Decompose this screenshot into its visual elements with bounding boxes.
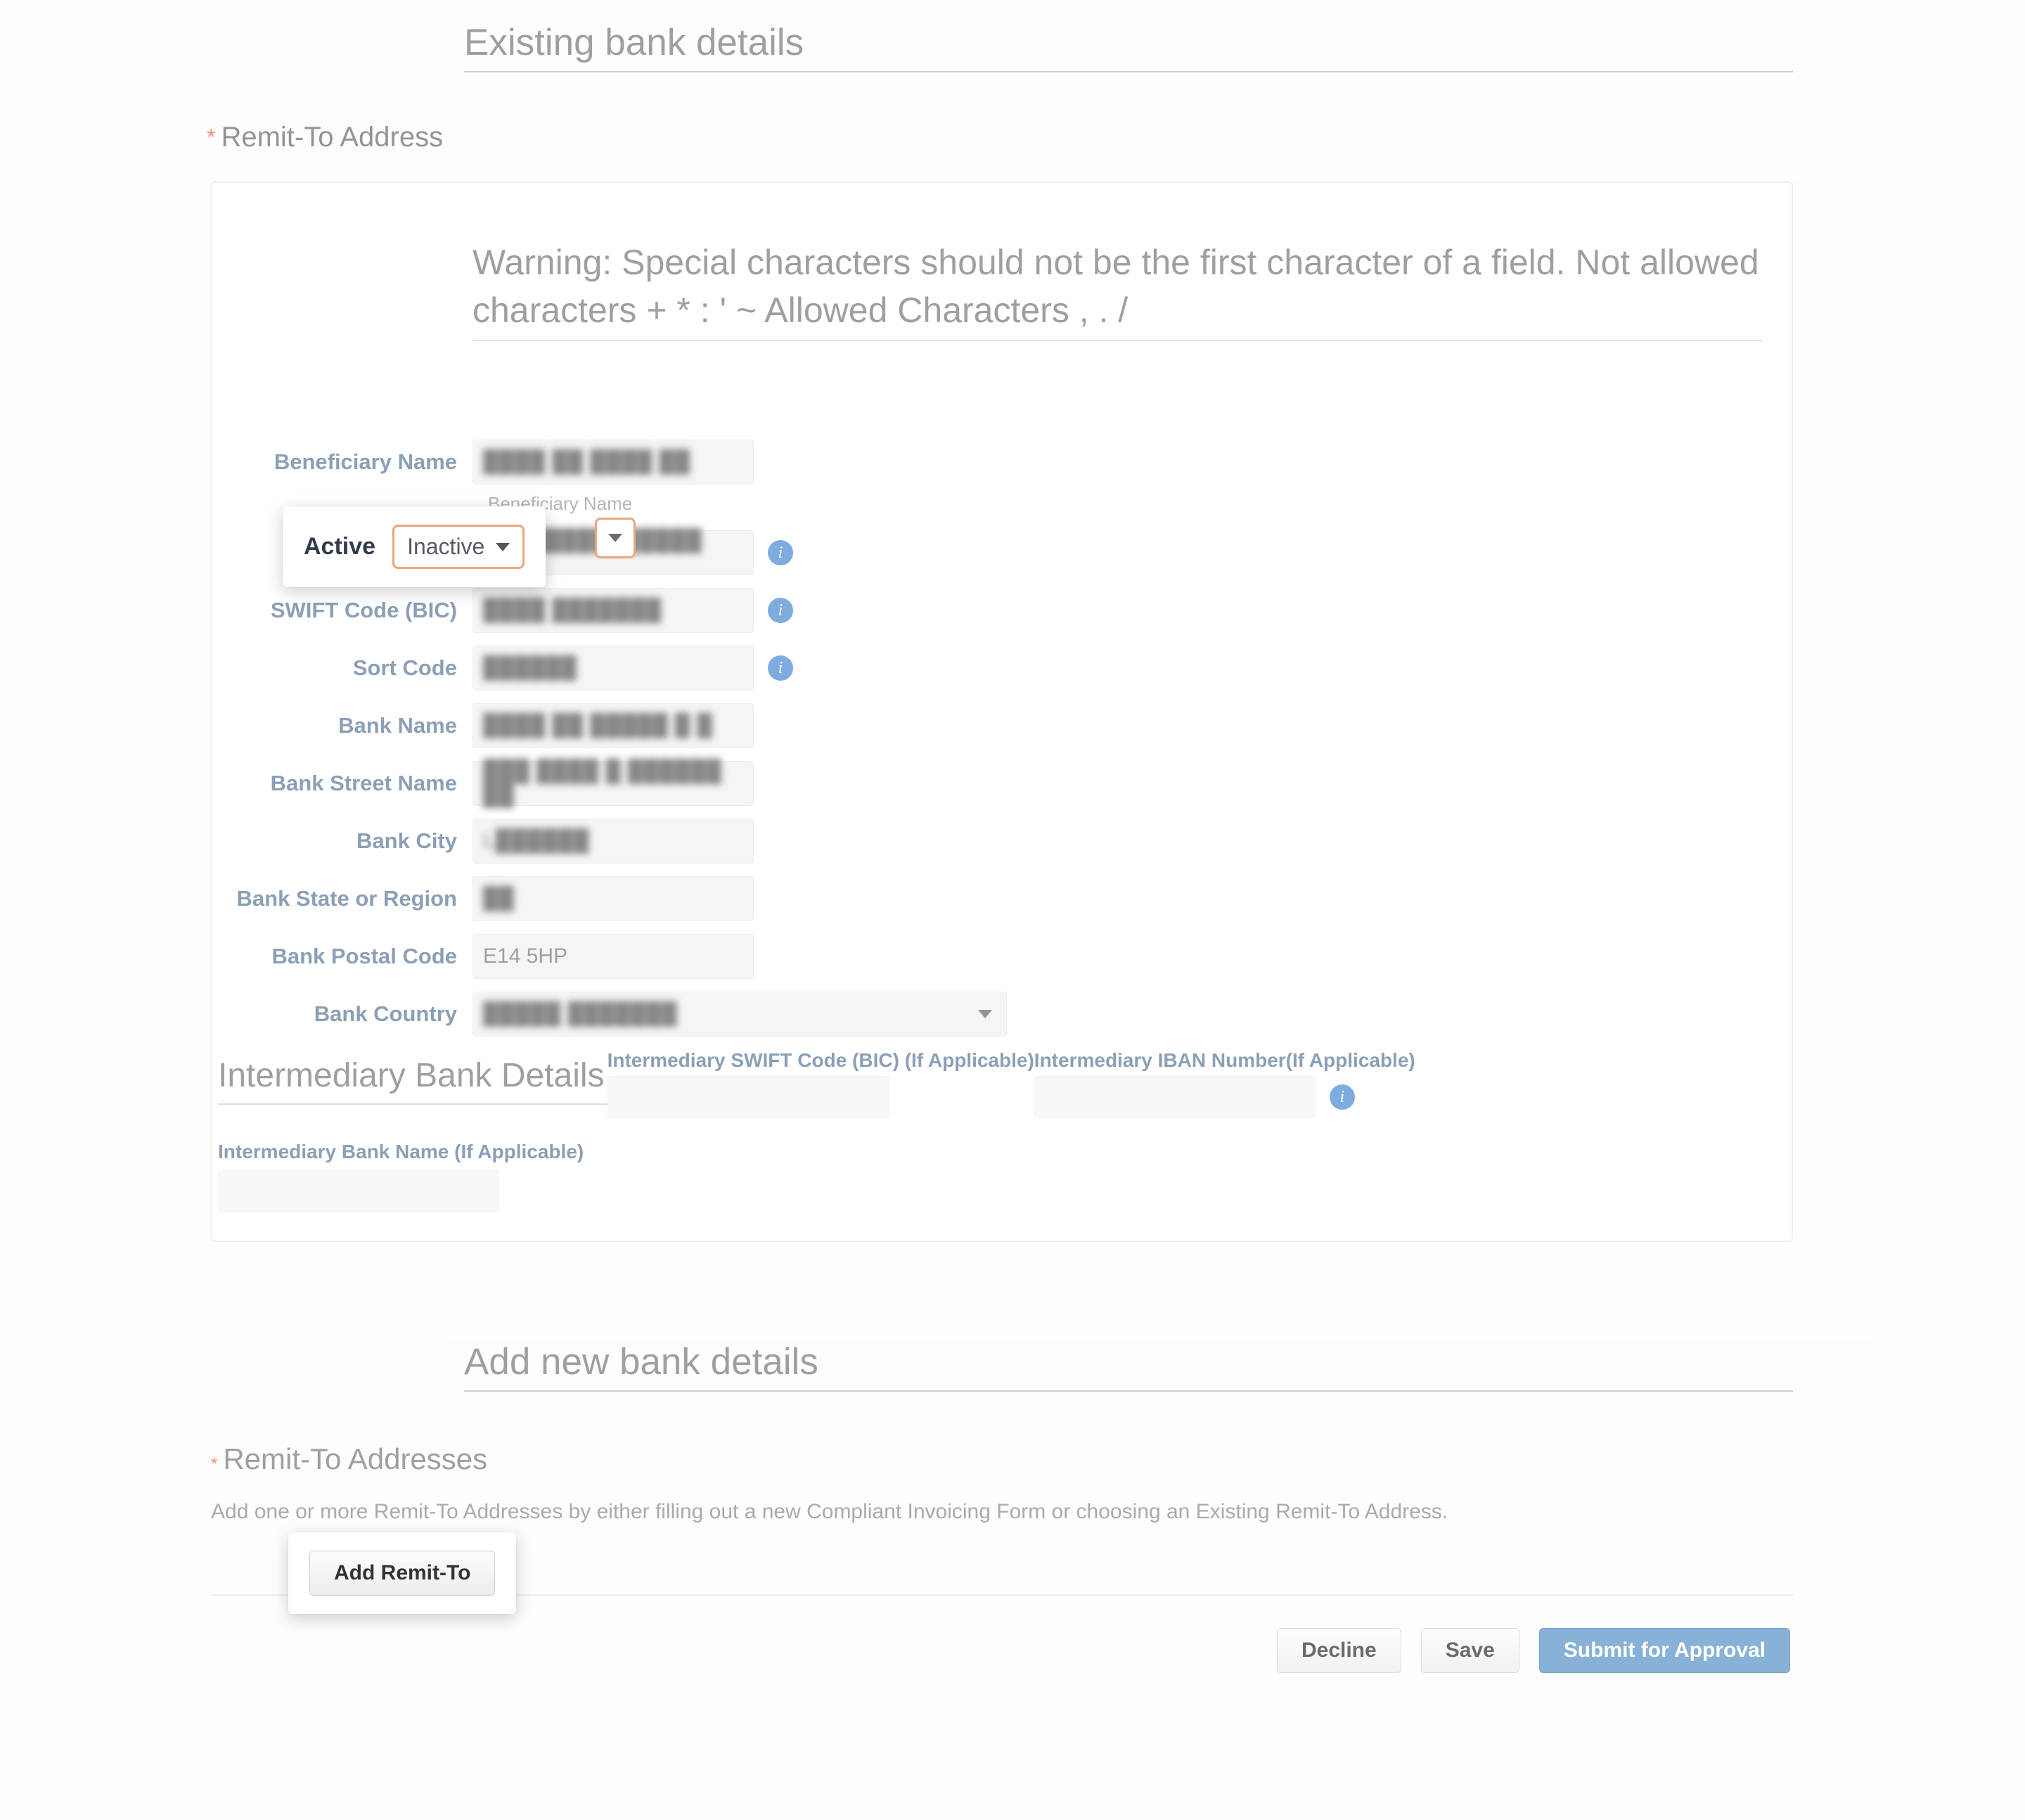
intermediary-heading: Intermediary Bank Details <box>218 1049 608 1105</box>
required-asterisk: * <box>211 1454 217 1474</box>
input-intermediary-iban[interactable] <box>1034 1076 1316 1118</box>
active-status-label: Active <box>304 533 375 560</box>
label-intermediary-swift: Intermediary SWIFT Code (BIC) (If Applic… <box>608 1049 1034 1072</box>
bank-details-card: Warning: Special characters should not b… <box>211 181 1793 1242</box>
intermediary-row: Intermediary Bank Details Intermediary S… <box>212 1049 1792 1118</box>
input-bank-state[interactable]: ██ <box>472 876 754 921</box>
info-icon[interactable]: i <box>768 540 793 565</box>
label-swift: SWIFT Code (BIC) <box>212 598 472 623</box>
select-bank-country[interactable]: █████ ███████ <box>472 992 1007 1037</box>
row-bank-state: Bank State or Region ██ <box>212 876 1792 921</box>
label-beneficiary-name: Beneficiary Name <box>212 449 472 475</box>
row-bank-name: Bank Name ████ ██ █████ █ █ <box>212 703 1792 748</box>
input-intermediary-swift[interactable] <box>608 1076 889 1118</box>
label-intermediary-iban: Intermediary IBAN Number(If Applicable) <box>1034 1049 1415 1072</box>
warning-text: Warning: Special characters should not b… <box>472 239 1763 334</box>
label-bank-postal: Bank Postal Code <box>212 944 472 969</box>
input-swift[interactable]: ████ ███████ <box>472 588 754 633</box>
remit-to-addresses-label: Remit-To Addresses <box>223 1442 487 1476</box>
label-bank-name: Bank Name <box>212 713 472 738</box>
chevron-down-icon <box>978 1010 992 1018</box>
active-status-selected: Inactive <box>407 534 484 560</box>
page-root: Existing bank details * Remit-To Address… <box>0 0 2025 1820</box>
label-bank-country: Bank Country <box>212 1001 472 1027</box>
add-remit-to-button[interactable]: Add Remit-To <box>309 1551 495 1596</box>
add-remit-to-popover: Add Remit-To <box>288 1532 516 1614</box>
label-intermediary-name: Intermediary Bank Name (If Applicable) <box>218 1141 1792 1163</box>
sublabel-beneficiary-name: Beneficiary Name <box>488 493 1792 515</box>
row-bank-postal: Bank Postal Code E14 5HP <box>212 934 1792 979</box>
decline-button[interactable]: Decline <box>1277 1628 1401 1673</box>
remit-to-address-label-row: * Remit-To Address <box>207 122 1793 153</box>
add-new-bank-details-heading: Add new bank details <box>464 1340 1793 1392</box>
required-asterisk: * <box>207 124 215 150</box>
row-bank-city: Bank City L██████ <box>212 819 1792 864</box>
input-bank-city[interactable]: L██████ <box>472 819 754 864</box>
warning-container: Warning: Special characters should not b… <box>472 239 1763 341</box>
secondary-orange-dropdown[interactable] <box>595 518 636 558</box>
intermediary-iban-col: Intermediary IBAN Number(If Applicable) … <box>1034 1049 1415 1118</box>
remit-to-address-label: Remit-To Address <box>221 122 443 153</box>
intermediary-swift-col: Intermediary SWIFT Code (BIC) (If Applic… <box>608 1049 1034 1118</box>
label-bank-city: Bank City <box>212 828 472 854</box>
row-swift: SWIFT Code (BIC) ████ ███████ i <box>212 588 1792 633</box>
info-icon[interactable]: i <box>768 598 793 623</box>
save-button[interactable]: Save <box>1421 1628 1519 1673</box>
active-status-popover: Active Inactive <box>283 506 546 587</box>
active-status-select[interactable]: Inactive <box>392 525 525 569</box>
input-intermediary-name[interactable] <box>218 1170 499 1212</box>
input-bank-name[interactable]: ████ ██ █████ █ █ <box>472 703 754 748</box>
info-icon[interactable]: i <box>768 655 793 681</box>
chevron-down-icon <box>496 543 510 551</box>
remit-to-addresses-label-row: * Remit-To Addresses <box>211 1442 1793 1476</box>
remit-to-help-text: Add one or more Remit-To Addresses by ei… <box>211 1500 1793 1596</box>
row-sort-code: Sort Code ██████ i <box>212 646 1792 691</box>
input-beneficiary-name[interactable]: ████ ██ ████ ██ <box>472 440 754 485</box>
row-beneficiary-name: Beneficiary Name ████ ██ ████ ██ <box>212 440 1792 485</box>
row-bank-street: Bank Street Name ███ ████ █ ██████ ██ <box>212 761 1792 806</box>
content-column: Existing bank details * Remit-To Address… <box>211 21 1793 1673</box>
input-sort-code[interactable]: ██████ <box>472 646 754 691</box>
footer-actions: Decline Save Submit for Approval <box>211 1628 1793 1673</box>
input-bank-postal[interactable]: E14 5HP <box>472 934 754 979</box>
intermediary-name-block: Intermediary Bank Name (If Applicable) <box>218 1141 1792 1212</box>
submit-for-approval-button[interactable]: Submit for Approval <box>1539 1628 1790 1673</box>
row-bank-country: Bank Country █████ ███████ <box>212 992 1792 1037</box>
info-icon[interactable]: i <box>1330 1084 1355 1110</box>
label-bank-street: Bank Street Name <box>212 771 472 796</box>
input-bank-street[interactable]: ███ ████ █ ██████ ██ <box>472 761 754 806</box>
label-bank-state: Bank State or Region <box>212 886 472 911</box>
existing-bank-details-heading: Existing bank details <box>464 21 1793 72</box>
label-sort-code: Sort Code <box>212 655 472 681</box>
chevron-down-icon <box>608 534 622 542</box>
